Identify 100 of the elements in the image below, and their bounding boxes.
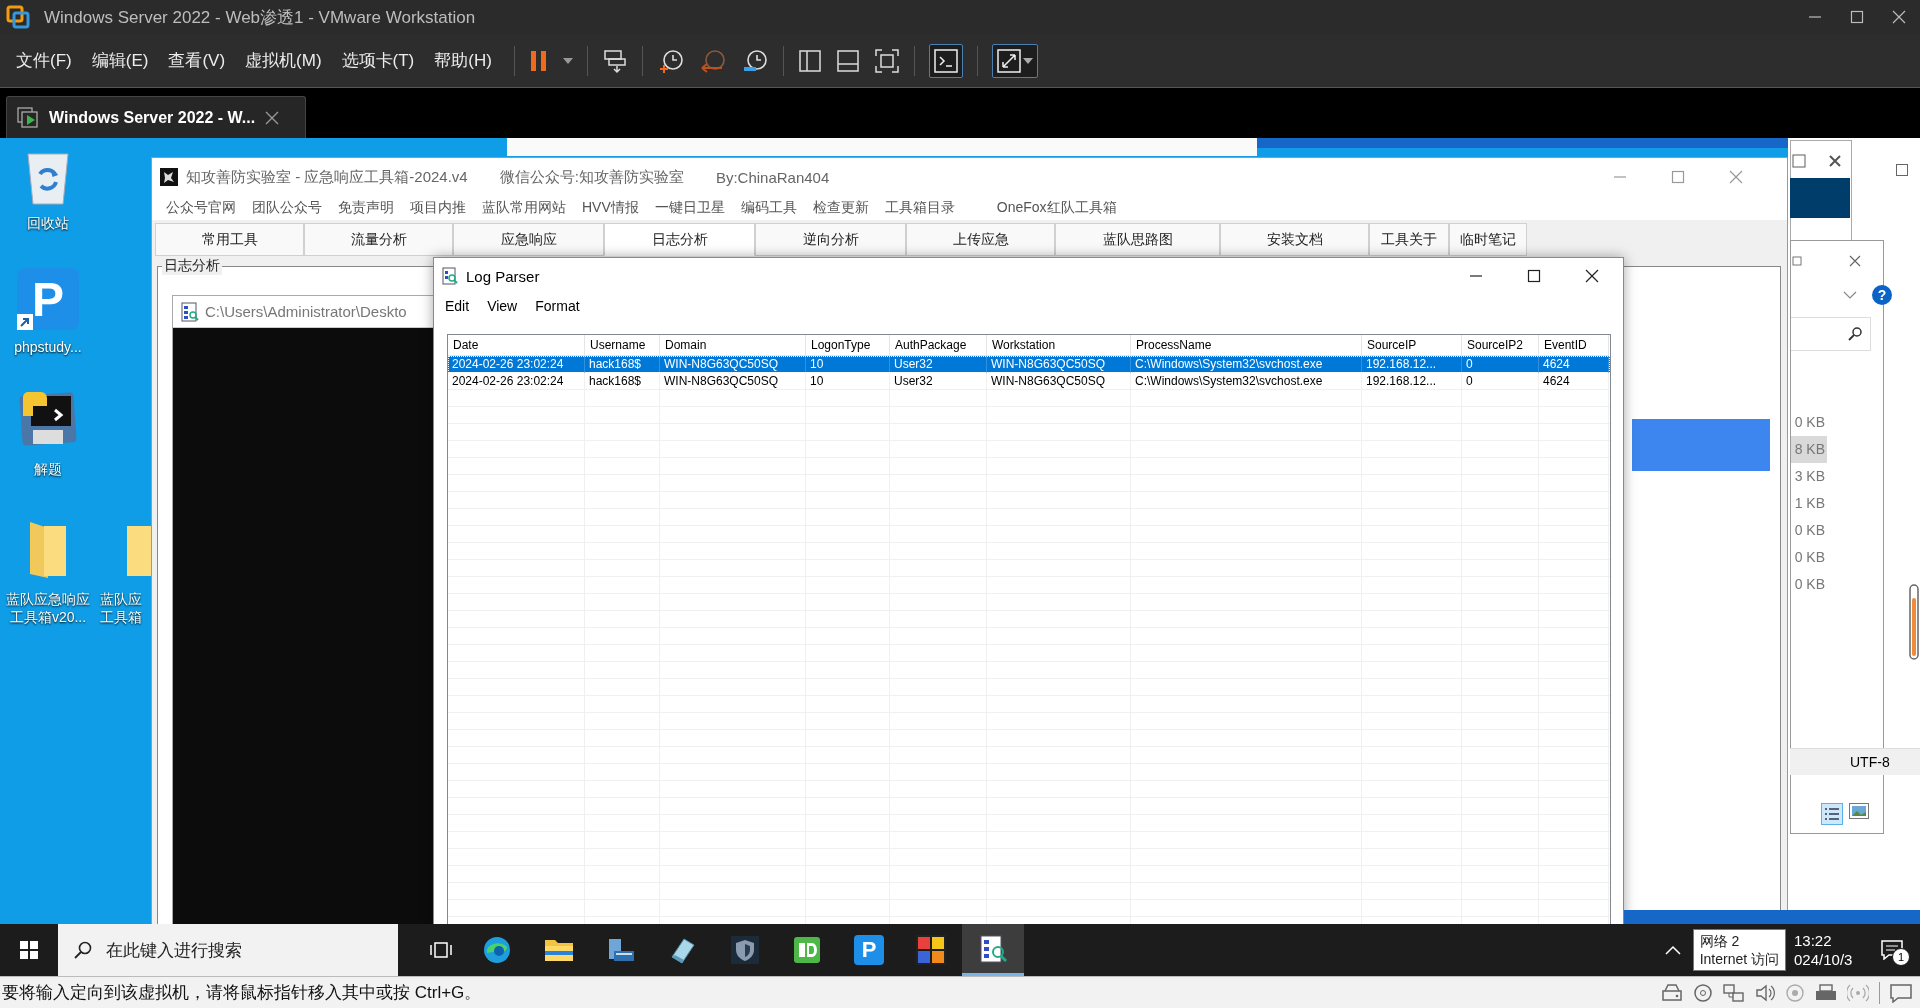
tab[interactable]: 蓝队思路图 xyxy=(1055,223,1220,256)
bottom-panel-icon[interactable] xyxy=(835,48,860,73)
scrollbar-icon[interactable] xyxy=(1909,584,1919,660)
tab[interactable]: 工具关于 xyxy=(1369,223,1449,256)
vm-tab[interactable]: Windows Server 2022 - W... xyxy=(6,96,306,138)
maximize-icon[interactable] xyxy=(1527,269,1541,283)
thumbnail-view-icon[interactable] xyxy=(1849,803,1869,819)
icon-label: 工具箱 xyxy=(100,608,142,626)
task-view-icon[interactable] xyxy=(430,940,452,960)
tab[interactable]: 上传应急 xyxy=(906,223,1055,256)
file-size: 0 KB xyxy=(1793,548,1826,567)
close-icon[interactable] xyxy=(1585,269,1599,283)
console-button[interactable] xyxy=(928,43,963,78)
fit-screen-icon[interactable] xyxy=(873,47,900,74)
menu-item[interactable]: 文件(F) xyxy=(8,45,80,76)
column-header[interactable]: Username xyxy=(585,335,660,356)
menu-item[interactable]: 工具箱目录 xyxy=(876,199,963,217)
send-keys-icon[interactable] xyxy=(601,47,628,74)
tab[interactable]: 安装文档 xyxy=(1220,223,1369,256)
notification-icon[interactable] xyxy=(1881,940,1903,960)
table-row[interactable]: 2024-02-26 23:02:24 hack168$ WIN-N8G63QC50SQ 10 User32 WIN-N8G63QC50SQ C:\Windows\System32\svchost.exe 192.168.12... 0 4624 xyxy=(448,373,1610,390)
tooltip-line: 网络 2 xyxy=(1699,932,1741,950)
file-size: 0 KB xyxy=(1793,521,1826,540)
menu-item[interactable]: 编辑(E) xyxy=(83,45,157,76)
maximize-icon[interactable] xyxy=(1850,10,1864,24)
fullscreen-button[interactable] xyxy=(991,43,1038,78)
chevron-icon[interactable] xyxy=(1843,291,1857,299)
menu-item[interactable]: 选项卡(T) xyxy=(333,45,423,76)
menu-item[interactable]: 一键日卫星 xyxy=(646,199,733,217)
column-header[interactable]: AuthPackage xyxy=(890,335,987,356)
chevron-up-icon[interactable] xyxy=(1664,945,1681,955)
column-header[interactable]: ProcessName xyxy=(1131,335,1362,356)
tab-label: Windows Server 2022 - W... xyxy=(49,108,256,127)
table-cell: 0 xyxy=(1462,356,1539,373)
menu-item[interactable]: 公众号官网 xyxy=(158,199,244,217)
menu-item[interactable]: 免责声明 xyxy=(330,199,402,217)
title-panel xyxy=(1790,178,1850,218)
icon-label: 蓝队应急响应 xyxy=(6,590,90,608)
shield-logo-icon xyxy=(160,168,178,186)
menu-item[interactable]: 团队公众号 xyxy=(244,199,330,217)
table-cell: 4624 xyxy=(1539,356,1609,373)
message-icon[interactable] xyxy=(1890,982,1912,1003)
close-icon[interactable] xyxy=(1892,10,1906,24)
column-header[interactable]: Date xyxy=(448,335,585,356)
color-grid-icon[interactable] xyxy=(916,935,946,965)
folder-icon[interactable] xyxy=(544,937,574,963)
caret-icon[interactable] xyxy=(562,57,573,64)
column-header[interactable]: EventID xyxy=(1539,335,1609,356)
file-size: 3 KB xyxy=(1793,467,1826,486)
details-view-icon[interactable] xyxy=(1821,803,1843,825)
tab[interactable]: 应急响应 xyxy=(453,223,604,256)
menu-item[interactable]: View xyxy=(478,298,527,314)
menu-item[interactable]: 项目内推 xyxy=(402,199,474,217)
disc-icon[interactable] xyxy=(1693,982,1713,1003)
tab[interactable]: 临时笔记 xyxy=(1449,223,1527,256)
menu-item[interactable]: 检查更新 xyxy=(804,199,877,217)
menu-item[interactable]: 查看(V) xyxy=(160,45,234,76)
menu-item[interactable]: 蓝队常用网站 xyxy=(474,199,574,217)
table-row[interactable]: 2024-02-26 23:02:24 hack168$ WIN-N8G63QC50SQ 10 User32 WIN-N8G63QC50SQ C:\Windows\System32\svchost.exe 192.168.12... 0 4624 xyxy=(448,356,1610,373)
sound-icon[interactable] xyxy=(1755,982,1775,1003)
search-icon[interactable] xyxy=(1848,327,1862,341)
pause-icon[interactable] xyxy=(528,48,549,73)
table-cell: hack168$ xyxy=(585,373,660,390)
network-icon[interactable] xyxy=(1723,982,1745,1003)
tab[interactable]: 逆向分析 xyxy=(755,223,906,256)
menu-item[interactable]: Format xyxy=(526,298,589,314)
table-cell: 0 xyxy=(1462,373,1539,390)
column-header[interactable]: LogonType xyxy=(806,335,890,356)
log-file-icon[interactable] xyxy=(978,933,1008,964)
table-cell: 192.168.12... xyxy=(1362,373,1462,390)
log-file-icon xyxy=(181,301,199,322)
printer-icon[interactable] xyxy=(1815,982,1837,1003)
sidebar-view-icon[interactable] xyxy=(797,48,822,73)
table-cell: User32 xyxy=(890,356,987,373)
menu-item[interactable]: Edit xyxy=(436,298,479,314)
browser-icon[interactable] xyxy=(482,935,512,965)
file-size: 0 KB xyxy=(1793,575,1826,594)
menu-item[interactable]: 虚拟机(M) xyxy=(237,45,330,76)
tab[interactable]: 日志分析 xyxy=(604,223,755,256)
table-cell: C:\Windows\System32\svchost.exe xyxy=(1131,356,1362,373)
column-header[interactable]: SourceIP2 xyxy=(1462,335,1539,356)
tab[interactable]: 常用工具 xyxy=(155,223,304,256)
help-icon[interactable]: ? xyxy=(1872,285,1892,305)
hard-disk-icon[interactable] xyxy=(1661,982,1683,1003)
vm-icon xyxy=(17,106,39,129)
column-header[interactable]: Workstation xyxy=(987,335,1131,356)
menu-item[interactable]: HVV情报 xyxy=(574,199,647,217)
table-cell: 10 xyxy=(806,373,890,390)
tile-app-icon[interactable] xyxy=(792,935,822,965)
menu-item[interactable]: 编码工具 xyxy=(732,199,805,217)
column-header[interactable]: SourceIP xyxy=(1362,335,1462,356)
column-header[interactable]: Domain xyxy=(660,335,806,356)
search-field[interactable]: 在此键入进行搜索 xyxy=(58,924,398,976)
windows-logo-icon xyxy=(20,941,38,959)
tab[interactable]: 流量分析 xyxy=(304,223,453,256)
shield-icon[interactable] xyxy=(730,935,760,965)
menu-item[interactable]: 帮助(H) xyxy=(426,45,500,76)
close-icon[interactable] xyxy=(1828,154,1842,168)
menu-item[interactable]: OneFox红队工具箱 xyxy=(988,199,1125,217)
taskbar-app[interactable] xyxy=(962,924,1024,976)
